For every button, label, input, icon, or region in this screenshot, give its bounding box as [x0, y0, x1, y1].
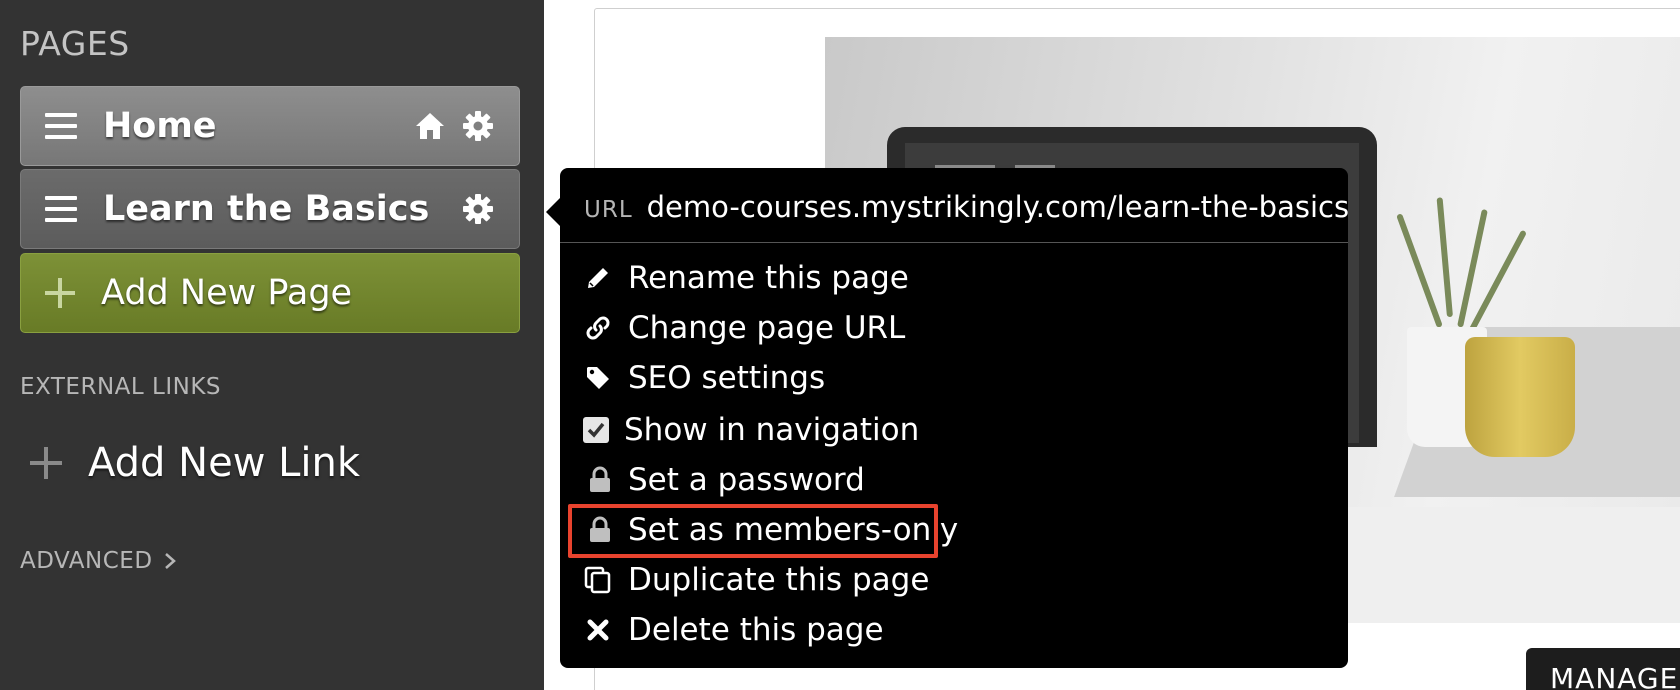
- drag-handle-icon[interactable]: [45, 195, 77, 223]
- drag-handle-icon[interactable]: [45, 112, 77, 140]
- gear-icon[interactable]: [461, 109, 495, 143]
- change-url-item[interactable]: Change page URL: [584, 310, 905, 346]
- tag-icon: [587, 367, 609, 389]
- plus-icon: [30, 447, 62, 479]
- rename-page-item[interactable]: Rename this page: [584, 260, 909, 296]
- divider: [560, 242, 1348, 243]
- checkbox-icon[interactable]: [582, 416, 610, 444]
- duplicate-page-item[interactable]: Duplicate this page: [584, 562, 929, 598]
- set-password-item[interactable]: Set a password: [586, 462, 865, 498]
- add-new-page-button[interactable]: Add New Page: [20, 253, 520, 333]
- gear-icon[interactable]: [461, 192, 495, 226]
- show-in-navigation-item[interactable]: Show in navigation: [582, 412, 919, 448]
- link-icon: [586, 316, 610, 340]
- menu-item-label: Show in navigation: [624, 412, 920, 448]
- lock-icon: [590, 516, 610, 542]
- add-new-link-label: Add New Link: [88, 440, 361, 486]
- menu-item-label: Set as members-only: [628, 512, 959, 548]
- manage-button[interactable]: MANAGE: [1526, 648, 1680, 690]
- home-icon[interactable]: [413, 109, 447, 143]
- menu-item-label: Change page URL: [628, 310, 906, 346]
- set-members-only-item[interactable]: Set as members-only: [586, 512, 958, 548]
- url-value: demo-courses.mystrikingly.com/learn-the-…: [646, 190, 1350, 224]
- copy-icon: [584, 566, 611, 594]
- menu-item-label: Delete this page: [628, 612, 884, 648]
- delete-page-item[interactable]: Delete this page: [584, 612, 884, 648]
- page-item-label: Home: [103, 106, 217, 146]
- advanced-toggle[interactable]: ADVANCED: [20, 548, 177, 574]
- chevron-right-icon: [164, 553, 176, 569]
- close-icon: [587, 619, 609, 641]
- add-new-link-button[interactable]: Add New Link: [30, 440, 360, 486]
- plus-icon: [45, 278, 75, 308]
- sidebar: PAGES Home Learn the Basics Add New Page…: [0, 0, 544, 690]
- add-new-page-label: Add New Page: [101, 273, 353, 313]
- popover-arrow: [546, 198, 560, 226]
- seo-settings-item[interactable]: SEO settings: [584, 360, 825, 396]
- page-url-row: URL demo-courses.mystrikingly.com/learn-…: [584, 190, 1349, 224]
- url-label: URL: [584, 197, 633, 223]
- menu-item-label: Set a password: [628, 462, 865, 498]
- menu-item-label: SEO settings: [628, 360, 826, 396]
- advanced-label: ADVANCED: [20, 548, 153, 574]
- pages-section-title: PAGES: [20, 24, 130, 63]
- page-item-label: Learn the Basics: [103, 189, 430, 229]
- external-links-title: EXTERNAL LINKS: [20, 374, 221, 400]
- page-item-learn-the-basics[interactable]: Learn the Basics: [20, 169, 520, 249]
- page-item-home[interactable]: Home: [20, 86, 520, 166]
- menu-item-label: Rename this page: [628, 260, 909, 296]
- menu-item-label: Duplicate this page: [628, 562, 930, 598]
- page-settings-popover: URL demo-courses.mystrikingly.com/learn-…: [546, 168, 1349, 668]
- pencil-icon: [588, 268, 608, 288]
- lock-icon: [590, 466, 610, 492]
